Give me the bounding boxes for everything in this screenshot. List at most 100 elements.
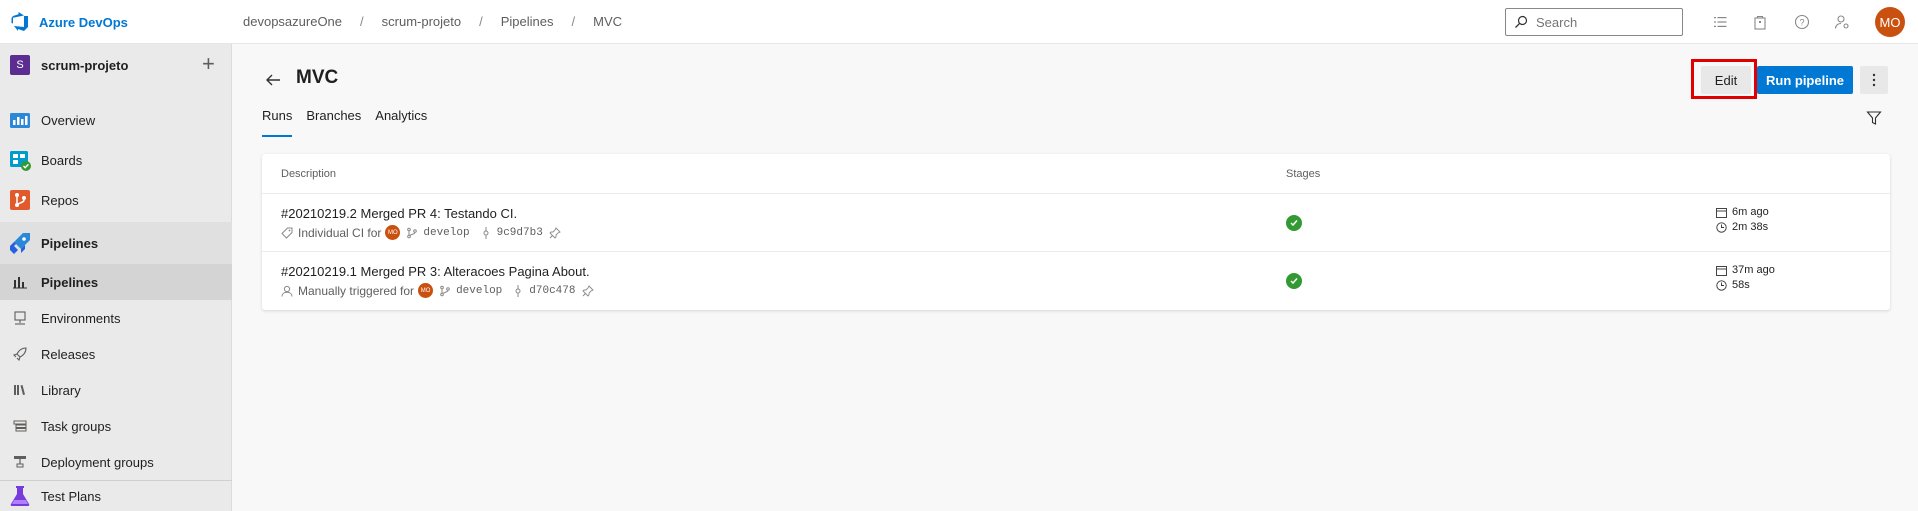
clock-icon bbox=[1716, 221, 1727, 233]
run-trigger: Individual CI for bbox=[298, 225, 382, 240]
branch-name[interactable]: develop bbox=[456, 285, 502, 297]
breadcrumb-separator: / bbox=[571, 14, 576, 29]
environments-icon bbox=[14, 311, 26, 325]
breadcrumb-separator: / bbox=[479, 14, 483, 29]
search-box[interactable] bbox=[1505, 8, 1683, 36]
project-selector[interactable]: S scrum-projeto + bbox=[0, 44, 232, 86]
sidebar-subitem-deployment-groups[interactable]: Deployment groups bbox=[0, 444, 232, 480]
branch-icon bbox=[407, 227, 418, 238]
sidebar-item-label: Overview bbox=[41, 112, 96, 128]
sidebar-item-repos[interactable]: Repos bbox=[0, 178, 232, 222]
run-title[interactable]: #20210219.1 Merged PR 3: Alteracoes Pagi… bbox=[281, 264, 590, 279]
table-row[interactable]: #20210219.2 Merged PR 4: Testando CI. In… bbox=[262, 194, 1890, 252]
run-duration: 58s bbox=[1716, 279, 1750, 291]
breadcrumb-pipelines[interactable]: Pipelines bbox=[501, 14, 554, 29]
task-list-icon[interactable] bbox=[1711, 13, 1729, 31]
filter-icon[interactable] bbox=[1866, 110, 1882, 126]
user-avatar[interactable]: MO bbox=[1875, 7, 1905, 37]
sidebar: S scrum-projeto + Overview Boards Repos bbox=[0, 44, 232, 511]
person-icon bbox=[281, 285, 293, 297]
user-settings-icon[interactable] bbox=[1833, 13, 1851, 31]
commit-id[interactable]: d70c478 bbox=[529, 285, 575, 297]
deployment-groups-icon bbox=[14, 456, 26, 468]
sidebar-subitem-label: Task groups bbox=[41, 418, 112, 434]
tag-icon bbox=[281, 227, 293, 239]
run-time-ago: 6m ago bbox=[1732, 206, 1769, 218]
sidebar-subitem-task-groups[interactable]: Task groups bbox=[0, 408, 232, 444]
table-row[interactable]: #20210219.1 Merged PR 3: Alteracoes Pagi… bbox=[262, 252, 1890, 310]
sidebar-item-overview[interactable]: Overview bbox=[0, 98, 232, 142]
branch-name[interactable]: develop bbox=[423, 227, 469, 239]
runs-table: Description Stages #20210219.2 Merged PR… bbox=[262, 154, 1890, 310]
repos-icon bbox=[10, 190, 30, 210]
sidebar-subitem-label: Deployment groups bbox=[41, 454, 154, 470]
more-actions-button[interactable] bbox=[1860, 66, 1888, 94]
commit-id[interactable]: 9c9d7b3 bbox=[497, 227, 543, 239]
search-input[interactable] bbox=[1536, 14, 1676, 30]
sidebar-subitem-label: Library bbox=[41, 382, 81, 398]
branch-icon bbox=[440, 285, 450, 296]
pipelines-icon bbox=[10, 233, 30, 254]
sidebar-item-test-plans[interactable]: Test Plans bbox=[0, 480, 232, 511]
column-header-stages: Stages bbox=[1286, 168, 1321, 180]
run-pipeline-button[interactable]: Run pipeline bbox=[1757, 66, 1853, 94]
commit-icon bbox=[483, 226, 489, 239]
library-icon bbox=[14, 385, 25, 395]
tab-runs[interactable]: Runs bbox=[262, 108, 293, 137]
pipelines-list-icon bbox=[13, 277, 27, 289]
sidebar-subitem-releases[interactable]: Releases bbox=[0, 336, 232, 372]
breadcrumb-separator: / bbox=[360, 14, 364, 29]
column-header-description: Description bbox=[281, 168, 337, 180]
run-title[interactable]: #20210219.2 Merged PR 4: Testando CI. bbox=[281, 206, 517, 221]
stage-success-icon[interactable] bbox=[1286, 273, 1302, 289]
pin-icon[interactable] bbox=[549, 226, 561, 239]
breadcrumb: devopsazureOne / scrum-projeto / Pipelin… bbox=[243, 14, 622, 29]
help-icon[interactable]: ? bbox=[1793, 13, 1811, 31]
azure-devops-icon bbox=[11, 12, 28, 31]
boards-icon bbox=[10, 151, 31, 171]
sidebar-subitem-label: Releases bbox=[41, 346, 96, 362]
project-name: scrum-projeto bbox=[41, 57, 129, 73]
svg-text:?: ? bbox=[1799, 18, 1804, 28]
page-title: MVC bbox=[296, 67, 339, 88]
project-avatar: S bbox=[10, 55, 30, 75]
run-time-ago: 37m ago bbox=[1732, 264, 1775, 276]
run-trigger: Manually triggered for bbox=[298, 283, 415, 298]
tab-analytics[interactable]: Analytics bbox=[375, 108, 427, 137]
breadcrumb-current[interactable]: MVC bbox=[593, 14, 622, 29]
search-icon bbox=[1515, 15, 1528, 28]
marketplace-bag-icon[interactable] bbox=[1751, 13, 1769, 31]
run-started: 6m ago bbox=[1716, 206, 1769, 218]
sidebar-subitem-label: Environments bbox=[41, 310, 121, 326]
calendar-icon bbox=[1716, 265, 1727, 276]
run-duration-value: 58s bbox=[1732, 279, 1750, 291]
rocket-icon bbox=[12, 347, 27, 362]
sidebar-subitem-library[interactable]: Library bbox=[0, 372, 232, 408]
sidebar-subitem-environments[interactable]: Environments bbox=[0, 300, 232, 336]
sidebar-item-label: Test Plans bbox=[41, 488, 101, 504]
overview-icon bbox=[10, 113, 30, 128]
pin-icon[interactable] bbox=[581, 284, 594, 297]
top-bar: Azure DevOps devopsazureOne / scrum-proj… bbox=[0, 0, 1918, 44]
calendar-icon bbox=[1716, 207, 1727, 218]
breadcrumb-project[interactable]: scrum-projeto bbox=[382, 14, 461, 29]
sidebar-subitem-pipelines[interactable]: Pipelines bbox=[0, 264, 232, 300]
avatar: MO bbox=[385, 225, 401, 240]
edit-button[interactable]: Edit bbox=[1701, 66, 1751, 94]
sidebar-item-boards[interactable]: Boards bbox=[0, 142, 232, 178]
avatar: MO bbox=[418, 283, 434, 298]
add-icon[interactable]: + bbox=[202, 53, 215, 75]
table-header: Description Stages bbox=[262, 154, 1890, 194]
stage-success-icon[interactable] bbox=[1286, 215, 1302, 231]
sidebar-item-label: Boards bbox=[41, 152, 83, 168]
sidebar-item-label: Pipelines bbox=[41, 235, 99, 251]
run-meta: Individual CI for MO develop 9c9d7b3 bbox=[281, 225, 566, 240]
breadcrumb-organization[interactable]: devopsazureOne bbox=[243, 14, 342, 29]
tab-branches[interactable]: Branches bbox=[306, 108, 361, 137]
app-name: Azure DevOps bbox=[39, 14, 128, 30]
sidebar-item-pipelines[interactable]: Pipelines bbox=[0, 222, 232, 264]
back-arrow-icon[interactable] bbox=[264, 71, 282, 89]
task-groups-icon bbox=[13, 420, 27, 432]
run-duration-value: 2m 38s bbox=[1732, 221, 1769, 233]
app-logo[interactable]: Azure DevOps bbox=[10, 12, 128, 32]
